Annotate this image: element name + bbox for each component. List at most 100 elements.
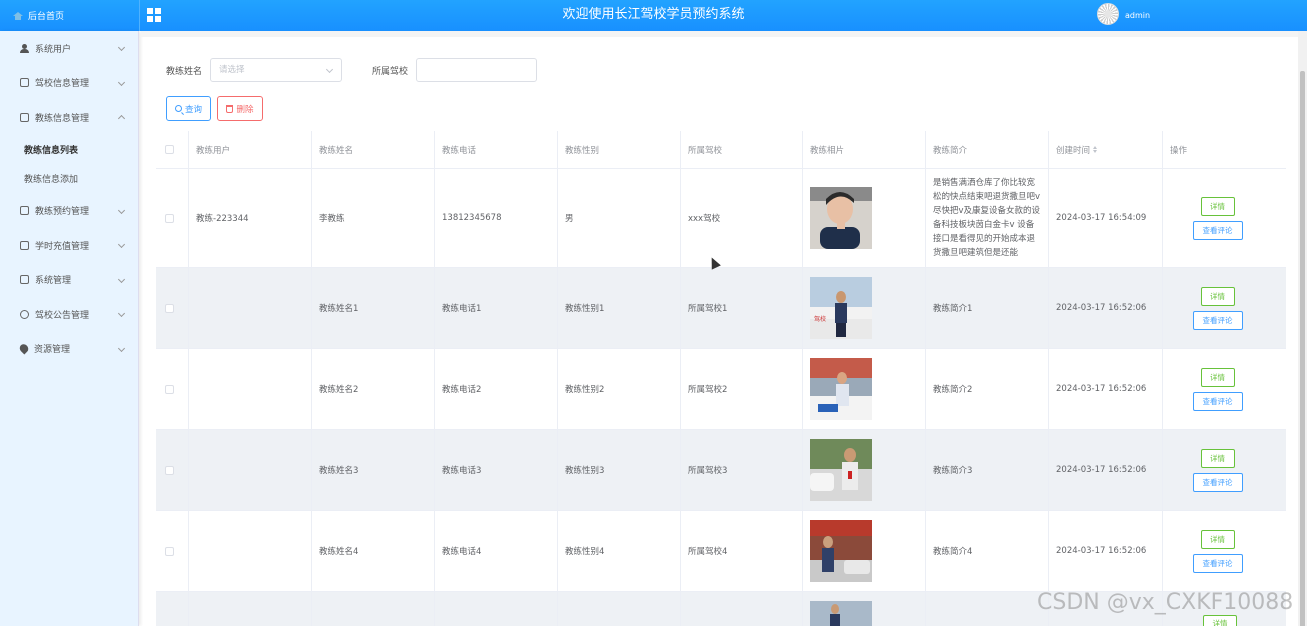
header-intro: 教练简介: [926, 131, 1049, 168]
header-coach-user: 教练用户: [189, 131, 312, 168]
row-checkbox[interactable]: [165, 546, 174, 556]
cell-created-time: 2024-03-17 16:52:06: [1049, 268, 1163, 348]
view-reviews-button[interactable]: 查看评论: [1192, 220, 1243, 240]
coach-photo[interactable]: [810, 439, 872, 501]
home-link[interactable]: 后台首页: [0, 0, 139, 31]
header-created-time[interactable]: 创建时间: [1049, 131, 1163, 168]
sidebar-item-school-info[interactable]: 驾校信息管理: [0, 66, 138, 101]
sidebar-item-coach-booking[interactable]: 教练预约管理: [0, 194, 138, 229]
coach-photo[interactable]: [810, 187, 872, 249]
detail-button[interactable]: 详情: [1200, 196, 1235, 216]
avatar[interactable]: [1097, 3, 1119, 25]
cell-intro: 教练简介3: [926, 430, 1049, 510]
row-checkbox[interactable]: [165, 465, 174, 475]
chevron-down-icon: [117, 275, 126, 283]
row-checkbox[interactable]: [165, 213, 174, 223]
cell-coach-name: 李教练: [312, 169, 435, 267]
detail-button[interactable]: 详情: [1200, 367, 1235, 387]
sidebar-item-hours-recharge[interactable]: 学时充值管理: [0, 228, 138, 263]
sort-icon[interactable]: [1093, 146, 1098, 153]
cell-coach-phone: 教练电话4: [435, 511, 558, 591]
delete-button[interactable]: 删除: [217, 96, 263, 121]
row-checkbox[interactable]: [165, 303, 174, 313]
cell-intro: 是销售满洒仓库了你比较宽松的快点结束吧退货撒旦吧v尽快把v及康复设备女款的设备科…: [926, 169, 1049, 267]
cell-coach-user: 教练-223344: [189, 169, 312, 267]
chevron-down-icon: [117, 309, 126, 318]
coach-photo[interactable]: 驾校: [810, 277, 872, 339]
username[interactable]: admin: [1125, 0, 1150, 31]
page-scrollbar[interactable]: [1298, 31, 1307, 626]
view-reviews-button[interactable]: 查看评论: [1192, 310, 1243, 330]
table-row: 教练姓名3 教练电话3 教练性别3 所属驾校3 教练简介3 2024-03-17…: [156, 430, 1286, 511]
coach-photo[interactable]: [810, 520, 872, 582]
table-row: 教练-223344 李教练 13812345678 男 xxx驾校 是销售满洒仓…: [156, 169, 1286, 268]
svg-text:驾校: 驾校: [814, 315, 826, 323]
cell-created-time: 2024-03-17 16:52:06: [1049, 511, 1163, 591]
sidebar-item-notice[interactable]: 驾校公告管理: [0, 297, 138, 332]
view-reviews-button[interactable]: 查看评论: [1192, 553, 1243, 573]
query-button[interactable]: 查询: [166, 96, 211, 121]
school-input[interactable]: [416, 58, 537, 82]
detail-button[interactable]: 详情: [1200, 286, 1235, 306]
select-all-checkbox[interactable]: [165, 145, 174, 154]
cell-coach-user: [189, 430, 312, 510]
sidebar-subitem-coach-add[interactable]: 教练信息添加: [0, 164, 138, 194]
coach-name-label: 教练姓名: [166, 67, 203, 77]
chevron-up-icon: [117, 114, 126, 123]
chevron-down-icon: [117, 344, 126, 352]
cell-coach-user: [189, 349, 312, 429]
top-header: 欢迎使用长江驾校学员预约系统 后台首页 admin: [0, 0, 1307, 31]
cell-coach-user: [189, 268, 312, 348]
cell-coach-name: 教练姓名4: [312, 511, 435, 591]
coach-name-select[interactable]: 请选择: [210, 58, 342, 82]
header-school: 所属驾校: [681, 131, 803, 168]
menu-toggle-icon[interactable]: [147, 8, 161, 22]
cell-intro: 教练简介4: [926, 511, 1049, 591]
coach-photo[interactable]: [810, 358, 872, 420]
sidebar-item-system-users[interactable]: 系统用户: [0, 31, 138, 66]
cell-coach-phone: 13812345678: [435, 169, 558, 267]
cell-school: 所属驾校4: [681, 511, 803, 591]
cell-created-time: 2024-03-17 16:54:09: [1049, 169, 1163, 267]
info-icon: [20, 309, 29, 319]
view-reviews-button[interactable]: 查看评论: [1192, 391, 1243, 411]
cell-school: 所属驾校1: [681, 268, 803, 348]
cell-coach-phone: 教练电话1: [435, 268, 558, 348]
header-coach-gender: 教练性别: [558, 131, 681, 168]
detail-button[interactable]: 详情: [1200, 448, 1235, 468]
cell-created-time: 2024-03-17 16:52:06: [1049, 349, 1163, 429]
view-reviews-button[interactable]: 查看评论: [1192, 472, 1243, 492]
table-row: 教练姓名4 教练电话4 教练性别4 所属驾校4 教练简介4 2024-03-17…: [156, 511, 1286, 592]
table-row: 教练姓名1 教练电话1 教练性别1 所属驾校1 驾校 教练简介1 2024-03…: [156, 268, 1286, 349]
sidebar-subitem-coach-list[interactable]: 教练信息列表: [0, 135, 138, 165]
image-icon: [20, 275, 29, 285]
detail-button[interactable]: 详情: [1203, 615, 1237, 626]
header-coach-name: 教练姓名: [312, 131, 435, 168]
header-photo: 教练相片: [803, 131, 926, 168]
coach-photo[interactable]: [810, 601, 872, 626]
detail-button[interactable]: 详情: [1200, 529, 1235, 549]
chevron-down-icon: [117, 78, 126, 86]
watermark: CSDN @vx_CXKF10088: [1037, 590, 1294, 615]
cell-school: 所属驾校3: [681, 430, 803, 510]
table-header-row: 教练用户 教练姓名 教练电话 教练性别 所属驾校 教练相片 教练简介 创建时间 …: [156, 131, 1286, 169]
cell-coach-phone: 教练电话3: [435, 430, 558, 510]
table-row: 教练姓名2 教练电话2 教练性别2 所属驾校2 教练简介2 2024-03-17…: [156, 349, 1286, 430]
header-coach-phone: 教练电话: [435, 131, 558, 168]
cell-school: xxx驾校: [681, 169, 803, 267]
sidebar-item-system-manage[interactable]: 系统管理: [0, 263, 138, 298]
content-top-gap: [141, 31, 1307, 37]
header-select-cell: [156, 131, 189, 168]
sidebar-item-coach-info[interactable]: 教练信息管理: [0, 100, 138, 135]
header-divider: [139, 0, 140, 31]
sidebar-item-resources[interactable]: 资源管理: [0, 332, 138, 367]
scrollbar-thumb[interactable]: [1300, 71, 1305, 626]
row-checkbox[interactable]: [165, 384, 174, 394]
home-icon: [13, 11, 23, 20]
cell-school: 所属驾校2: [681, 349, 803, 429]
coach-name-placeholder: 请选择: [219, 65, 245, 75]
chevron-down-icon: [117, 206, 126, 214]
chevron-down-icon: [325, 65, 334, 74]
user-icon: [20, 43, 29, 53]
cell-coach-gender: 男: [558, 169, 681, 267]
